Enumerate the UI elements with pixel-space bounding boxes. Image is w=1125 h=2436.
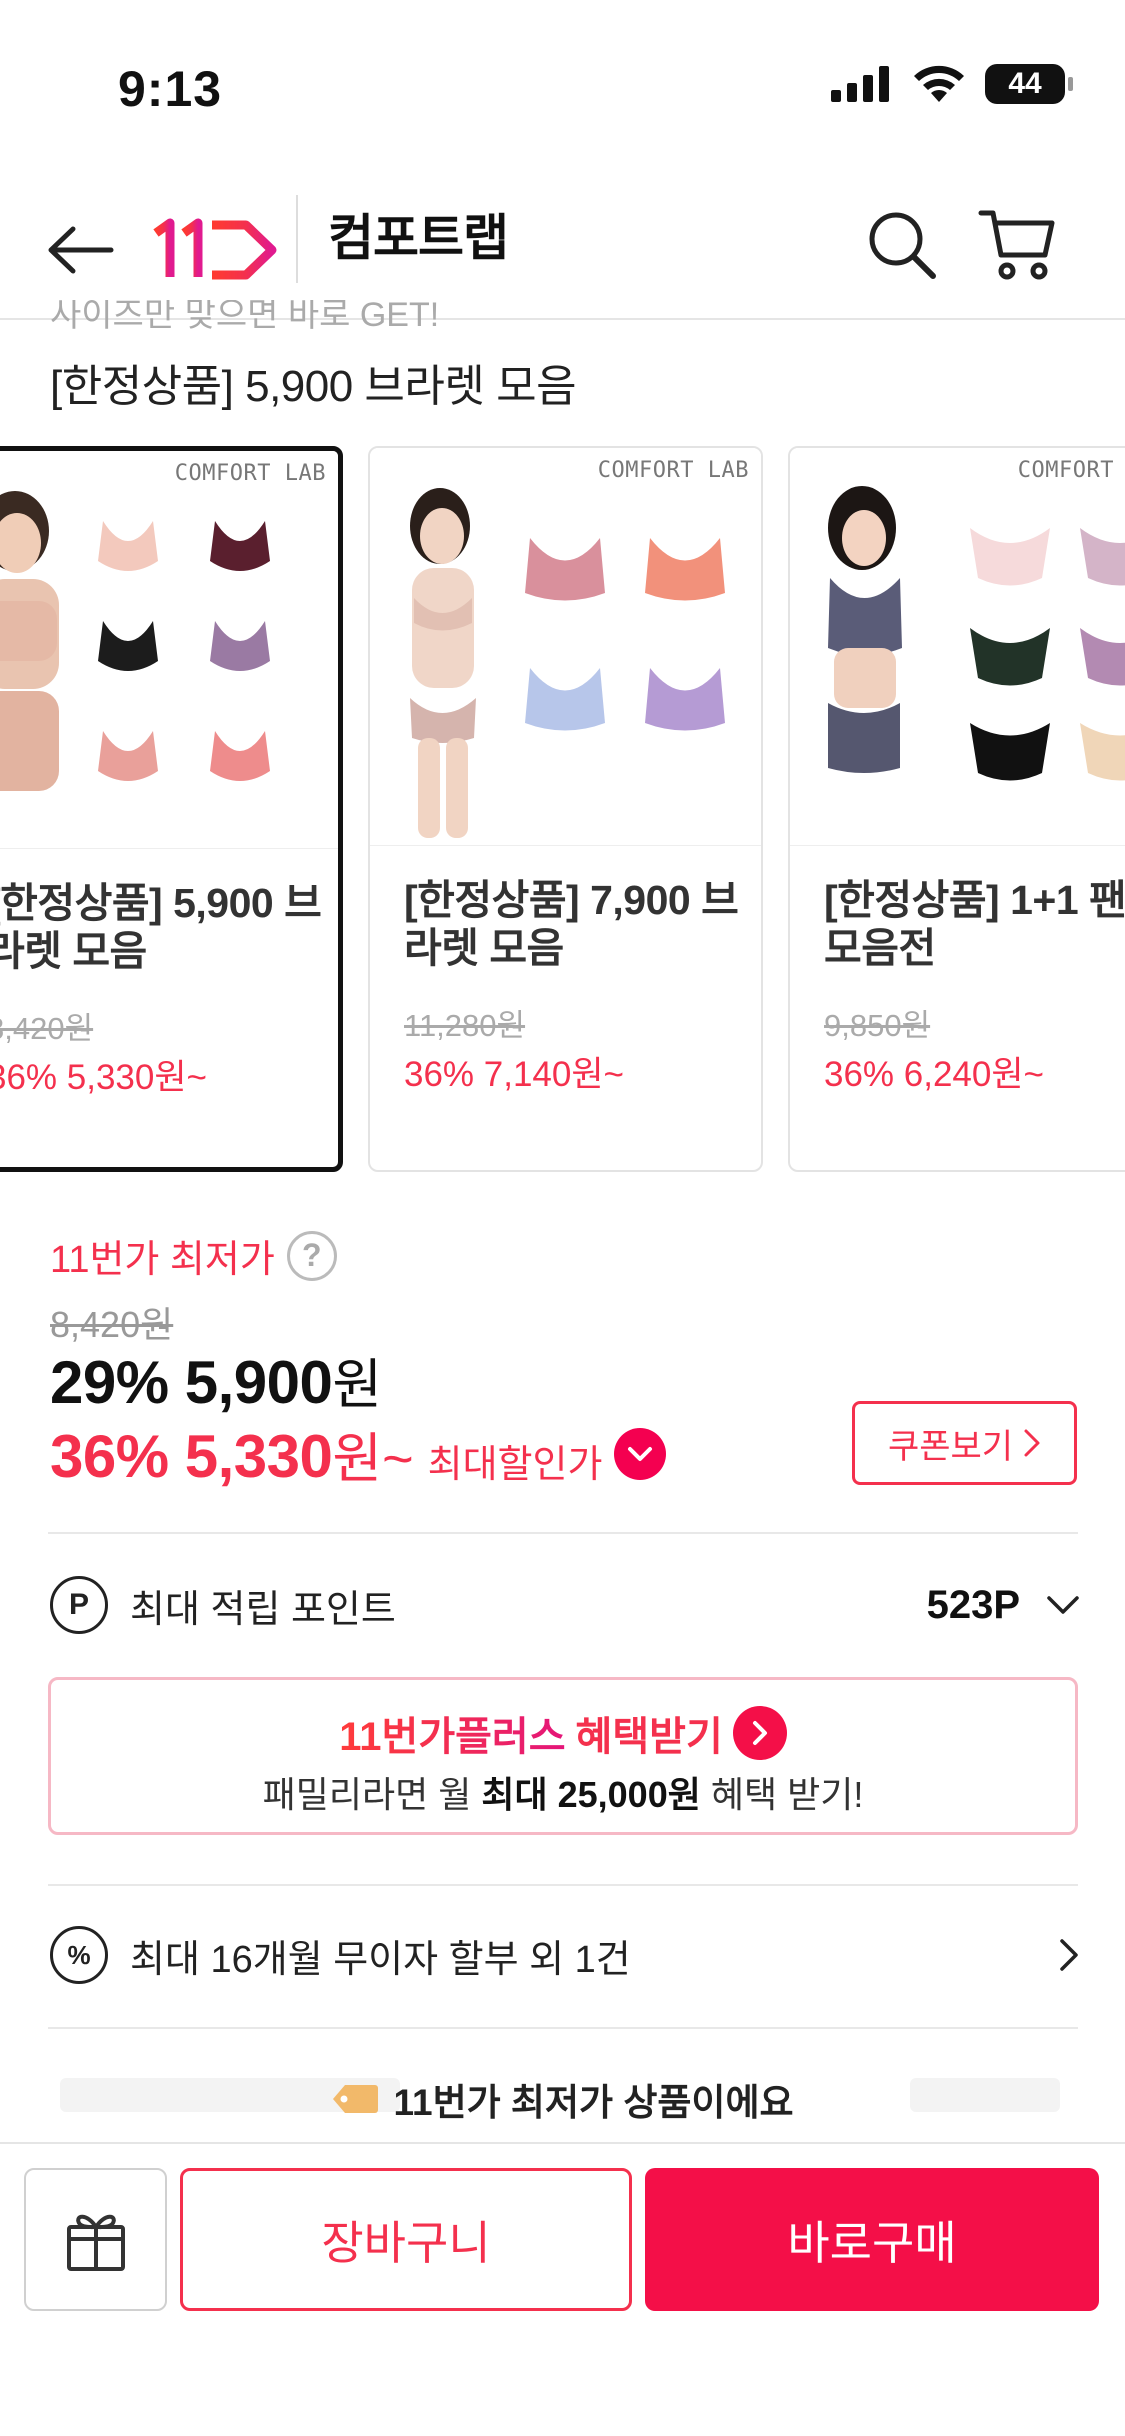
percent-icon: % (50, 1926, 108, 1984)
product-image: COMFORT LAB (370, 448, 761, 846)
points-icon: P (50, 1576, 108, 1634)
cart-icon (978, 210, 1055, 280)
sale-price: 29% 5,900원 (50, 1340, 382, 1419)
chevron-right-icon (1024, 1429, 1040, 1457)
plus-text-pre: 패밀리라면 월 (262, 1774, 482, 1815)
divider (48, 2027, 1078, 2029)
search-icon (869, 212, 936, 279)
product-title: [한정상품] 5,900 브라렛 모음 (0, 880, 322, 974)
lowest-price-teaser: 11번가 최저가 상품이에요 (0, 2050, 1125, 2145)
brand-label: COMFORT LAB (174, 461, 326, 486)
product-price: 36% 7,140원~ (404, 1055, 625, 1094)
store-title[interactable]: 컴포트랩 (328, 203, 509, 273)
product-orig-price: 8,420원 (0, 1011, 94, 1046)
signal-icon (831, 66, 889, 102)
gift-icon (66, 2214, 125, 2271)
teaser-text: 11번가 최저가 상품이에요 (393, 2082, 794, 2123)
wifi-icon (914, 65, 964, 102)
installment-label: 최대 16개월 무이자 할부 외 1건 (130, 1938, 631, 1981)
search-button[interactable] (862, 200, 942, 290)
plus-action-text: 혜택받기 (575, 1715, 723, 1759)
product-orig-price: 9,850원 (824, 1008, 931, 1043)
max-discount-label: 최대할인가 (427, 1444, 603, 1486)
sale-price-won: 원 (332, 1355, 382, 1415)
product-image: COMFORT LAB (0, 451, 338, 849)
max-price-won: 원~ (332, 1429, 414, 1489)
points-row[interactable]: P 최대 적립 포인트 523P (50, 1565, 1080, 1645)
product-image: COMFORT LAB (790, 448, 1125, 846)
chevron-down-icon (1047, 1596, 1079, 1614)
product-orig-price: 11,280원 (404, 1008, 526, 1043)
help-icon[interactable]: ? (286, 1230, 337, 1281)
chevron-right-icon (1060, 1939, 1078, 1971)
section-title: [한정상품] 5,900 브라렛 모음 (50, 362, 577, 411)
product-card[interactable]: COMFORT LAB [한정상품] 5,900 브라렛 모음 8,420원 3… (0, 446, 343, 1172)
divider (48, 1884, 1078, 1886)
section-subtitle: 사이즈만 맞으면 바로 GET! (50, 300, 440, 334)
brand-label: COMFORT LAB (597, 458, 749, 483)
points-label: 최대 적립 포인트 (130, 1588, 396, 1631)
plus-banner-description: 패밀리라면 월 최대 25,000원 혜택 받기! (51, 1766, 1075, 1818)
battery-icon: 44 (985, 64, 1073, 104)
tag-icon (333, 2085, 379, 2113)
status-time: 9:13 (118, 61, 223, 117)
max-price-amount: 36% 5,330 (50, 1423, 333, 1490)
plus-benefit-banner[interactable]: 11번가플러스 혜택받기 패밀리라면 월 최대 25,000원 혜택 받기! (48, 1677, 1078, 1835)
status-icons: 44 (831, 64, 1073, 104)
lowest-price-tag: 11번가 최저가 상품이에요 (0, 2072, 1125, 2126)
product-card[interactable]: COMFORT LAB [한정상품] 1+1 팬티 모음전 9,850원 36%… (788, 446, 1125, 1172)
product-price: 36% 5,330원~ (0, 1058, 208, 1097)
brand-label: COMFORT LAB (1017, 458, 1125, 483)
add-to-cart-button[interactable]: 장바구니 (180, 2168, 632, 2311)
max-discount-price: 36% 5,330 원~ 최대할인가 (50, 1414, 667, 1493)
status-bar: 9:13 44 (0, 0, 1125, 170)
buy-now-button[interactable]: 바로구매 (645, 2168, 1099, 2311)
chevron-down-icon[interactable] (614, 1427, 667, 1480)
plus-brand-text: 11번가플러스 (339, 1704, 565, 1762)
installment-row[interactable]: % 최대 16개월 무이자 할부 외 1건 (50, 1915, 1080, 1995)
points-value: 523P (926, 1582, 1020, 1627)
eleven-street-logo[interactable] (150, 215, 280, 285)
product-price: 36% 6,240원~ (824, 1055, 1045, 1094)
divider (48, 1532, 1078, 1534)
gift-button[interactable] (24, 2168, 167, 2311)
bottom-action-bar: 장바구니 바로구매 (0, 2142, 1125, 2436)
coupon-button[interactable]: 쿠폰보기 (852, 1401, 1077, 1485)
product-title: [한정상품] 7,900 브라렛 모음 (404, 877, 739, 971)
chevron-right-circle-icon (732, 1706, 787, 1760)
coupon-button-label: 쿠폰보기 (887, 1427, 1014, 1466)
back-button[interactable] (40, 210, 120, 290)
arrow-left-icon (48, 226, 114, 274)
sale-price-amount: 29% 5,900 (50, 1349, 333, 1416)
product-card[interactable]: COMFORT LAB [한정상품] 7,900 브라렛 모음 11,280원 … (368, 446, 763, 1172)
lowest-price-text: 11번가 최저가 (50, 1239, 275, 1281)
cart-button[interactable] (972, 200, 1062, 290)
plus-text-bold: 최대 25,000원 (481, 1774, 701, 1815)
nav-divider (296, 195, 298, 283)
lowest-price-label: 11번가 최저가 ? (50, 1228, 337, 1283)
plus-text-post: 혜택 받기! (700, 1774, 864, 1815)
product-carousel[interactable]: COMFORT LAB [한정상품] 5,900 브라렛 모음 8,420원 3… (0, 446, 1125, 1174)
product-title: [한정상품] 1+1 팬티 모음전 (824, 877, 1125, 971)
plus-banner-heading: 11번가플러스 혜택받기 (51, 1704, 1075, 1762)
